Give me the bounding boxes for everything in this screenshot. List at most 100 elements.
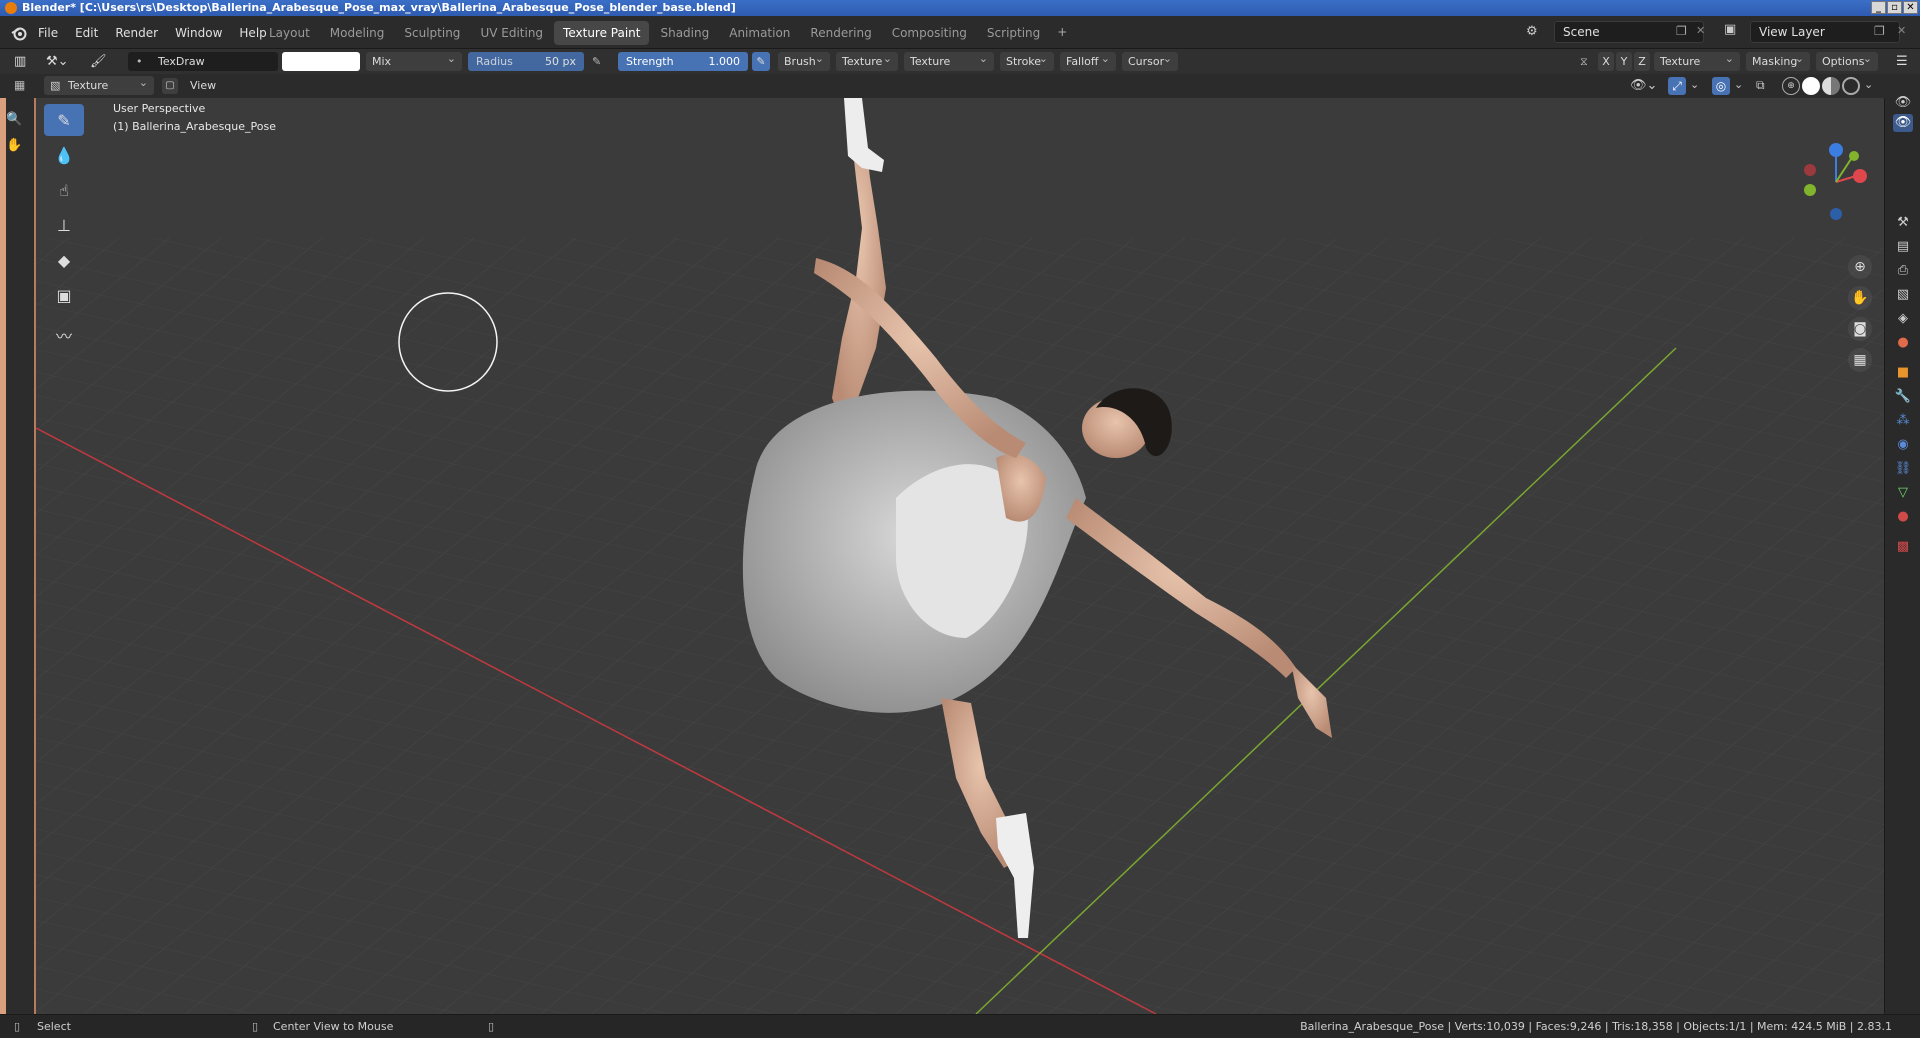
overlays-dropdown-icon[interactable]: ⌄ <box>1734 78 1743 91</box>
tool-mode-icon[interactable]: ⚒⌄ <box>46 52 76 71</box>
annotate-tool-icon[interactable]: 〰 <box>44 319 84 351</box>
constraints-properties-icon[interactable]: ⛓ <box>1893 460 1913 478</box>
cursor-menu[interactable]: Cursor <box>1122 49 1178 71</box>
visibility-eye-active-icon[interactable]: 👁 <box>1893 114 1913 132</box>
gizmo-dropdown-icon[interactable]: ⌄ <box>1690 78 1699 91</box>
output-properties-icon[interactable]: ⎙ <box>1893 262 1913 280</box>
zoom-view-icon[interactable]: ⊕ <box>1848 255 1872 279</box>
tab-layout[interactable]: Layout <box>260 21 319 45</box>
brush-name-field[interactable]: • TexDraw <box>128 52 278 71</box>
mirror-z-toggle[interactable]: Z <box>1634 52 1650 71</box>
delete-view-layer-icon[interactable]: ✕ <box>1897 24 1906 37</box>
new-scene-icon[interactable]: ❐ <box>1676 24 1687 38</box>
tab-scripting[interactable]: Scripting <box>978 21 1049 45</box>
top-bar: File Edit Render Window Help Layout Mode… <box>0 16 1920 49</box>
blend-mode-dropdown[interactable]: Mix <box>366 49 462 71</box>
tab-shading[interactable]: Shading <box>651 21 718 45</box>
masking-menu[interactable]: Masking <box>1746 49 1810 71</box>
minimize-button[interactable]: _ <box>1871 1 1886 14</box>
tab-modeling[interactable]: Modeling <box>321 21 394 45</box>
strength-pressure-icon[interactable]: ✎ <box>752 52 770 71</box>
paint-mask-toggle-icon[interactable]: ▢ <box>162 78 178 94</box>
smear-tool-icon[interactable]: ☝ <box>44 174 84 206</box>
gizmo-toggle-icon[interactable]: ⤢ <box>1668 77 1686 95</box>
tab-rendering[interactable]: Rendering <box>801 21 880 45</box>
modifier-properties-icon[interactable]: 🔧 <box>1893 388 1913 406</box>
brush-menu[interactable]: Brush <box>778 49 830 71</box>
scene-selector-icon[interactable]: ⚙ <box>1526 21 1548 43</box>
camera-view-icon[interactable]: ◙ <box>1848 317 1872 341</box>
shading-dropdown-icon[interactable]: ⌄ <box>1864 78 1873 91</box>
tab-uv-editing[interactable]: UV Editing <box>471 21 552 45</box>
strength-slider[interactable]: Strength 1.000 <box>618 52 748 71</box>
left-zoom-icon[interactable]: 🔍 <box>6 112 22 127</box>
soften-tool-icon[interactable]: 💧 <box>44 139 84 171</box>
overlays-toggle-icon[interactable]: ◎ <box>1712 77 1730 95</box>
mode-dropdown[interactable]: ▧ Texture Paint <box>44 73 154 111</box>
visibility-toggle-icon[interactable]: 👁⌄ <box>1630 78 1657 93</box>
radius-pressure-icon[interactable]: ✎ <box>592 52 608 71</box>
mask-tool-icon[interactable]: ▣ <box>44 279 84 311</box>
gizmo-neg-z-axis[interactable] <box>1830 208 1842 220</box>
physics-properties-icon[interactable]: ◉ <box>1893 436 1913 454</box>
new-view-layer-icon[interactable]: ❐ <box>1874 24 1885 38</box>
texture-properties-icon[interactable]: ▩ <box>1893 538 1913 556</box>
draw-tool-icon[interactable]: ✎ <box>44 104 84 136</box>
radius-slider[interactable]: Radius 50 px <box>468 52 584 71</box>
tab-sculpting[interactable]: Sculpting <box>395 21 469 45</box>
menu-window[interactable]: Window <box>175 26 222 40</box>
visibility-eye-icon[interactable]: 👁 <box>1893 94 1913 112</box>
rendered-shading-icon[interactable] <box>1842 77 1860 95</box>
close-button[interactable]: ✕ <box>1903 1 1918 14</box>
particles-properties-icon[interactable]: ⁂ <box>1893 412 1913 430</box>
menu-file[interactable]: File <box>38 26 58 40</box>
tab-animation[interactable]: Animation <box>720 21 799 45</box>
view-layer-properties-icon[interactable]: ▧ <box>1893 286 1913 304</box>
clone-tool-icon[interactable]: ⊥ <box>44 209 84 241</box>
delete-scene-icon[interactable]: ✕ <box>1696 24 1705 37</box>
mirror-y-toggle[interactable]: Y <box>1616 52 1632 71</box>
3d-viewport[interactable]: User Perspective (1) Ballerina_Arabesque… <box>36 98 1884 1014</box>
texture-menu[interactable]: Texture <box>836 49 898 71</box>
left-pan-icon[interactable]: ✋ <box>6 138 22 153</box>
mirror-x-toggle[interactable]: X <box>1598 52 1614 71</box>
menu-render[interactable]: Render <box>115 26 158 40</box>
data-properties-icon[interactable]: ▽ <box>1893 484 1913 502</box>
gizmo-neg-y-axis[interactable] <box>1804 184 1816 196</box>
brush-color-swatch[interactable] <box>282 52 360 71</box>
render-properties-icon[interactable]: ▤ <box>1893 238 1913 256</box>
gizmo-z-axis[interactable] <box>1829 143 1843 157</box>
world-properties-icon[interactable]: ● <box>1893 334 1913 352</box>
stroke-menu[interactable]: Stroke <box>1000 49 1054 71</box>
editor-type-icon[interactable]: ▥ <box>14 52 34 71</box>
sidebar-toggle-icon[interactable]: ☰ <box>1896 52 1914 71</box>
fill-tool-icon[interactable]: ◆ <box>44 244 84 276</box>
pan-view-icon[interactable]: ✋ <box>1848 286 1872 310</box>
brush-icon[interactable]: 🖌 <box>90 52 110 71</box>
view-layer-icon[interactable]: ▣ <box>1724 22 1736 37</box>
tab-texture-paint[interactable]: Texture Paint <box>554 21 650 45</box>
blender-logo-icon[interactable] <box>10 24 28 42</box>
material-preview-shading-icon[interactable] <box>1822 77 1840 95</box>
tool-settings-header: ▥ ⚒⌄ 🖌 • TexDraw Mix Radius 50 px ✎ Stre… <box>0 49 1920 87</box>
texture-slots-menu[interactable]: Texture Slots <box>1654 49 1740 87</box>
blender-app-icon <box>5 2 17 14</box>
material-properties-icon[interactable]: ● <box>1893 508 1913 526</box>
add-workspace-icon[interactable]: + <box>1051 21 1073 45</box>
viewport-editor-icon[interactable]: ▦ <box>14 78 25 92</box>
restore-button[interactable]: ▫ <box>1887 1 1902 14</box>
wireframe-shading-icon[interactable]: ⊕ <box>1782 77 1800 95</box>
tool-properties-icon[interactable]: ⚒ <box>1893 214 1913 232</box>
gizmo-neg-x-axis[interactable] <box>1804 164 1816 176</box>
view-menu[interactable]: View <box>190 79 216 92</box>
options-menu[interactable]: Options <box>1816 49 1878 71</box>
texture-mask-menu[interactable]: Texture Mask <box>904 49 994 87</box>
object-properties-icon[interactable]: ■ <box>1893 364 1913 382</box>
xray-toggle-icon[interactable]: ⧉ <box>1756 78 1765 93</box>
tab-compositing[interactable]: Compositing <box>883 21 976 45</box>
solid-shading-icon[interactable] <box>1802 77 1820 95</box>
falloff-menu[interactable]: Falloff <box>1060 49 1116 71</box>
ortho-toggle-icon[interactable]: ▦ <box>1848 348 1872 372</box>
menu-edit[interactable]: Edit <box>75 26 98 40</box>
scene-properties-icon[interactable]: ◈ <box>1893 310 1913 328</box>
